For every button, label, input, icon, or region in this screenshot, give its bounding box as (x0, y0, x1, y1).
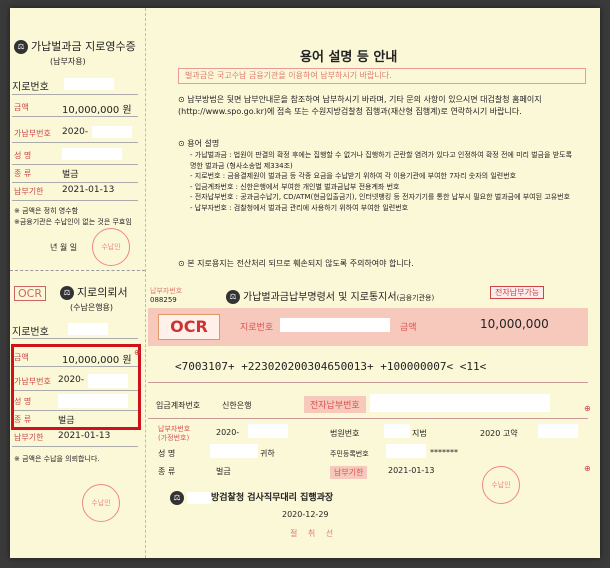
prosecutor-logo-icon: ⚖ (226, 290, 240, 304)
redacted (92, 126, 132, 138)
receipt-type-row: 종 류 벌금 (12, 164, 138, 183)
redacted (384, 424, 410, 438)
issuer: ⚖ 방검찰청 검사직무대리 집행과장 (170, 490, 333, 505)
redacted (64, 78, 114, 90)
cut-label: 절 취 선 (290, 529, 338, 538)
main-title: ⚖ 가납벌과금납부명령서 및 지로통지서(금융기관용) (226, 288, 434, 304)
notice-title: 용어 설명 등 안내 (300, 50, 398, 65)
cut-line-vertical (145, 8, 146, 558)
receipt-case-row: 가납부번호 2020- (12, 124, 138, 143)
prosecutor-logo-icon: ⚖ (170, 490, 184, 505)
receipt-subtitle: (납부자용) (50, 57, 86, 66)
receipt-title: ⚖ 가납벌과금 지로영수증 (14, 38, 136, 54)
punch-hole-icon: ⊕ (134, 348, 141, 357)
redacted (210, 444, 258, 458)
redacted (538, 424, 578, 438)
notice-p1: ⊙ 납부방법은 뒷면 납부안내문을 참조하여 납부하시기 바라며, 기타 문의 … (178, 95, 542, 116)
epay-badge: 전자납부가능 (490, 286, 545, 299)
receipt-seal: 수납인 (92, 228, 130, 266)
receipt-giro-row: 지로번호 (12, 76, 138, 95)
redacted (248, 424, 288, 438)
redacted (68, 323, 108, 335)
notice-p2-title: ⊙ 용어 설명 (178, 139, 220, 148)
prosecutor-logo-icon: ⚖ (60, 286, 74, 300)
redacted (386, 444, 426, 458)
stub2-giro-row: 지로번호 (12, 320, 138, 339)
receipt-amount-row: 금액 10,000,000 원 (12, 98, 138, 117)
notice-banner: 벌과금은 국고수납 금융기관을 이용하여 납부하시기 바랍니다. (178, 68, 586, 84)
cut-line (10, 270, 145, 271)
stub2-seal: 수납인 (82, 484, 120, 522)
main-ocr-tag: OCR (158, 314, 220, 340)
main-seal: 수납인 (482, 466, 520, 504)
redacted (187, 491, 211, 504)
punch-hole-icon: ⊕ (584, 464, 591, 473)
ocr-line: <7003107+ +2230202003046500​13+ +1000000… (175, 360, 487, 373)
redacted (370, 394, 550, 412)
receipt-date-line: 년 월 일 (50, 243, 78, 252)
receipt-deadline-row: 납부기한 2021-01-13 (12, 182, 138, 201)
highlight-box (11, 344, 141, 430)
stub-ocr-tag: OCR (14, 286, 46, 301)
prosecutor-logo-icon: ⚖ (14, 40, 28, 54)
receipt-name-row: 성 명 (12, 146, 138, 165)
giro-document: ⚖ 가납벌과금 지로영수증 (납부자용) 지로번호 금액 10,000,000 원… (10, 8, 600, 558)
stub2-title: ⚖ 지로의뢰서 (60, 284, 128, 300)
notice-items: - 가납벌과금 : 법원이 판결의 확정 후에는 집행할 수 없거나 집행하기 … (190, 151, 573, 212)
issue-date: 2020-12-29 (282, 510, 329, 519)
main-amount: 10,000,000 (480, 317, 549, 331)
redacted (62, 148, 122, 160)
redacted (280, 318, 390, 332)
punch-hole-icon: ⊕ (584, 404, 591, 413)
notice-p3: ⊙ 본 지로용지는 전산처리 되므로 훼손되지 않도록 주의하여야 합니다. (178, 259, 414, 268)
stub2-deadline-row: 납부기한 2021-01-13 (12, 428, 138, 447)
